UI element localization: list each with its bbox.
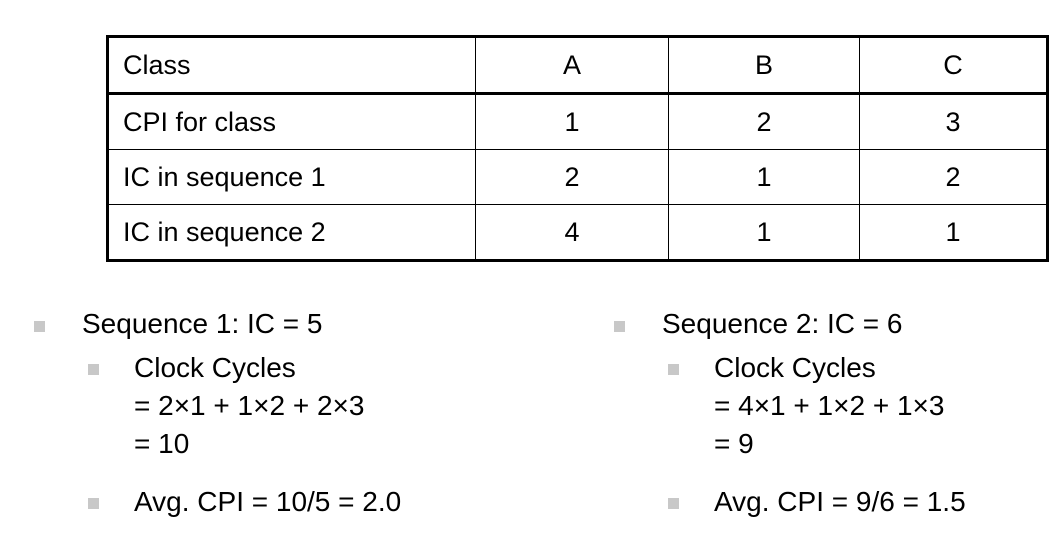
sequence-2-heading-row: Sequence 2: IC = 6 [594,305,1054,343]
table-cell-b: 1 [668,149,860,205]
sequence-2-clock-cycles-row: Clock Cycles = 4×1 + 1×2 + 1×3 = 9 [594,349,1054,463]
table-cell-b: 2 [668,93,860,150]
table-cell-label: IC in sequence 2 [107,204,476,261]
table-header-b: B [668,36,860,95]
table-cell-c: 1 [859,204,1048,261]
table-row: IC in sequence 2 4 1 1 [107,204,1048,261]
sequence-2-avg-cpi: Avg. CPI = 9/6 = 1.5 [714,486,966,517]
sequence-2-avg-cpi-row: Avg. CPI = 9/6 = 1.5 [594,483,1054,521]
square-bullet-icon [668,498,679,509]
sequence-1-avg-cpi-row: Avg. CPI = 10/5 = 2.0 [14,483,574,521]
table-cell-c: 2 [859,149,1048,205]
square-bullet-icon [88,498,99,509]
square-bullet-icon [668,364,679,375]
bullet-spacer [594,467,1054,483]
table-cell-a: 4 [475,204,669,261]
table-row: IC in sequence 1 2 1 2 [107,149,1048,205]
sequence-2-heading: Sequence 2: IC = 6 [662,308,903,339]
cpi-table: Class A B C CPI for class 1 2 3 IC in se… [106,35,1049,262]
table-cell-a: 1 [475,93,669,150]
square-bullet-icon [34,321,45,332]
sequence-1-avg-cpi: Avg. CPI = 10/5 = 2.0 [134,486,402,517]
sequence-1-heading: Sequence 1: IC = 5 [82,308,323,339]
table-cell-c: 3 [859,93,1048,150]
table-header-class: Class [107,36,476,95]
sequence-2-block: Sequence 2: IC = 6 Clock Cycles = 4×1 + … [594,305,1054,525]
table-cell-label: IC in sequence 1 [107,149,476,205]
sequence-1-clock-cycles-row: Clock Cycles = 2×1 + 1×2 + 2×3 = 10 [14,349,574,463]
sequence-1-clock-cycles: Clock Cycles = 2×1 + 1×2 + 2×3 = 10 [134,352,365,459]
table-header-c: C [859,36,1048,95]
sequence-1-heading-row: Sequence 1: IC = 5 [14,305,574,343]
sequence-1-block: Sequence 1: IC = 5 Clock Cycles = 2×1 + … [14,305,574,525]
bullet-spacer [14,467,574,483]
table-cell-a: 2 [475,149,669,205]
square-bullet-icon [614,321,625,332]
table-cell-b: 1 [668,204,860,261]
table-cell-label: CPI for class [107,93,476,150]
sequence-2-clock-cycles: Clock Cycles = 4×1 + 1×2 + 1×3 = 9 [714,352,945,459]
square-bullet-icon [88,364,99,375]
table-row: CPI for class 1 2 3 [107,93,1048,150]
table-header-a: A [475,36,669,95]
table-row-header: Class A B C [107,36,1048,95]
